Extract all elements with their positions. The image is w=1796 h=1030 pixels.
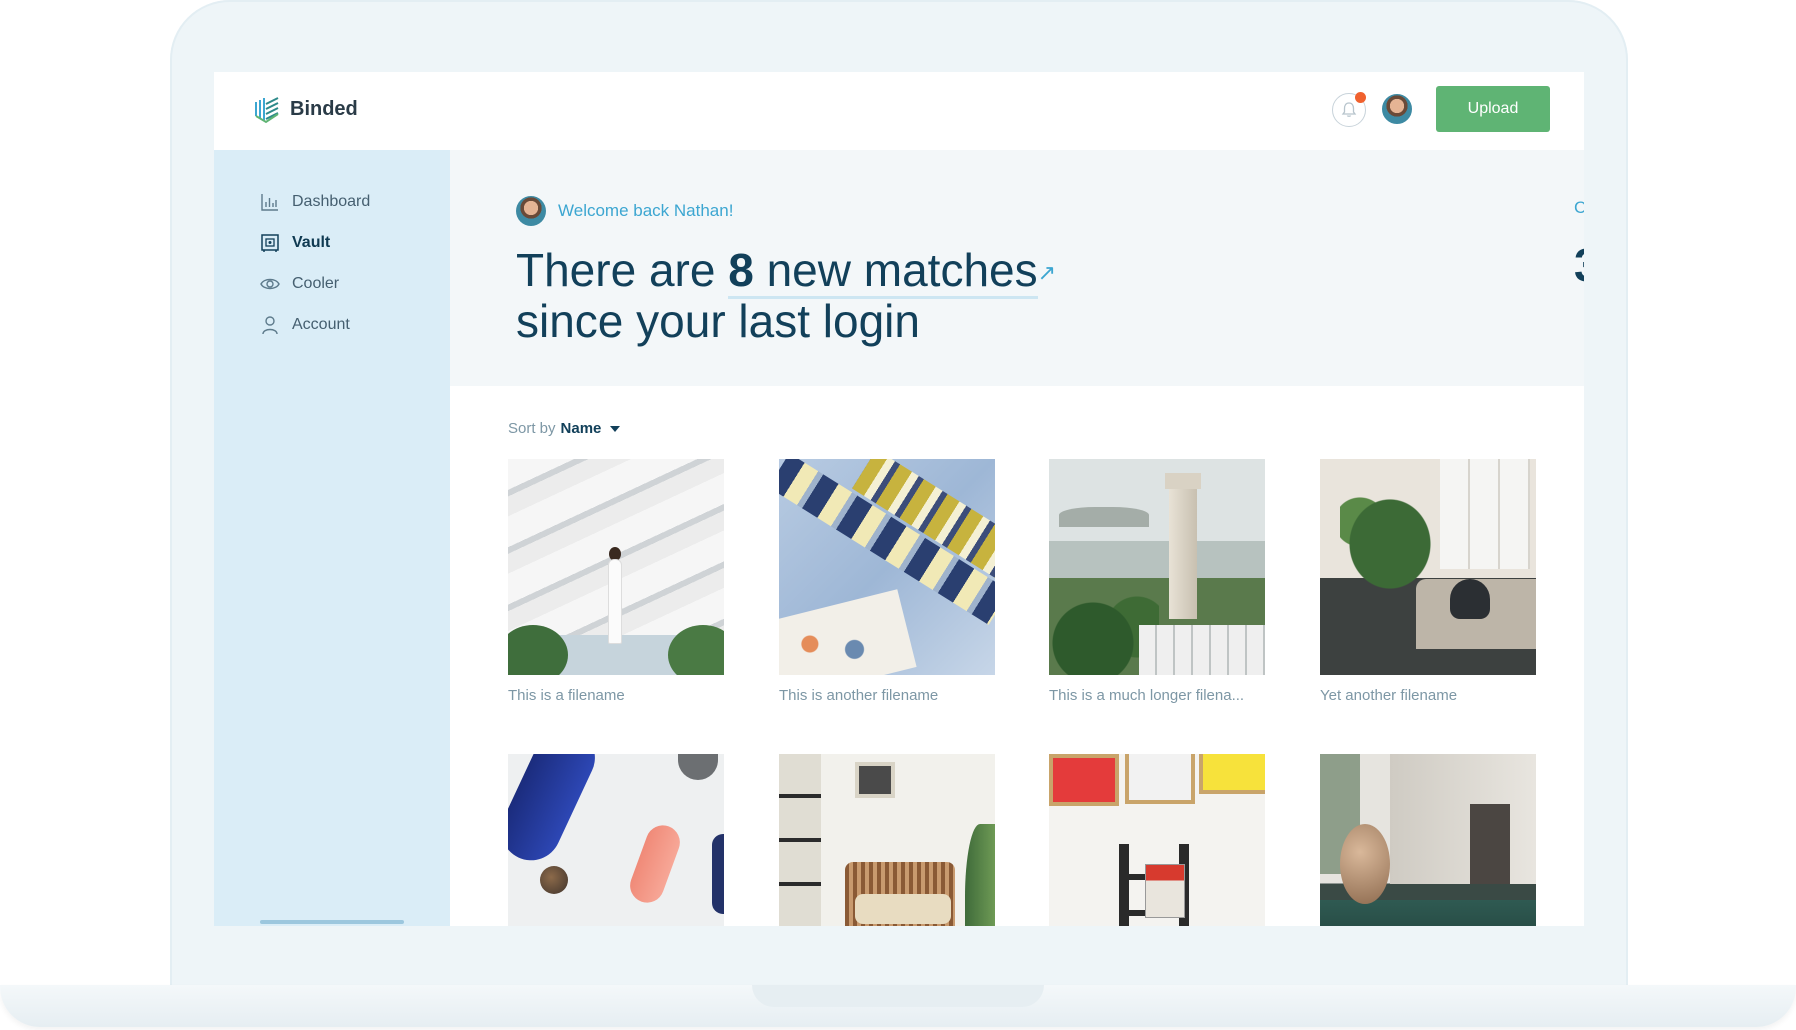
bell-icon xyxy=(1341,102,1357,117)
sidebar-item-vault[interactable]: Vault xyxy=(260,233,330,253)
logo-text: Binded xyxy=(290,97,358,120)
page-title: There are 8 new matches↗ since your last… xyxy=(516,244,1057,347)
file-gallery: Sort by Name This is a filename This is … xyxy=(450,386,1584,926)
sidebar-item-label: Account xyxy=(292,316,350,333)
copyrights-count: 3,567 xyxy=(1574,238,1584,292)
logo[interactable]: Binded xyxy=(252,94,358,124)
sidebar: Dashboard Vault Cooler Account xyxy=(214,150,450,926)
file-thumbnail xyxy=(1320,754,1536,926)
sidebar-item-label: Cooler xyxy=(292,275,340,292)
file-card[interactable] xyxy=(779,754,995,926)
headline-prefix: There are xyxy=(516,244,729,296)
binded-logo-icon xyxy=(255,97,279,124)
bar-chart-icon xyxy=(260,192,280,212)
file-thumbnail xyxy=(508,459,724,675)
file-caption: Yet another filename xyxy=(1320,687,1458,704)
headline-suffix: since your last login xyxy=(516,295,920,347)
sidebar-item-account[interactable]: Account xyxy=(260,315,350,335)
sidebar-item-dashboard[interactable]: Dashboard xyxy=(260,192,370,212)
file-caption: This is another filename xyxy=(779,687,939,704)
sidebar-item-label: Dashboard xyxy=(292,193,371,210)
user-icon xyxy=(260,315,280,335)
vault-icon xyxy=(260,233,280,253)
file-card[interactable] xyxy=(1049,754,1265,926)
file-thumbnail xyxy=(779,459,995,675)
file-card[interactable]: This is a filename xyxy=(508,459,724,704)
new-matches-link[interactable]: 8 new matches xyxy=(728,244,1038,299)
file-thumbnail xyxy=(1049,459,1265,675)
sidebar-item-cooler[interactable]: Cooler xyxy=(260,274,339,294)
sort-dropdown[interactable]: Sort by Name xyxy=(508,420,621,437)
welcome-message: Welcome back Nathan! xyxy=(516,196,733,226)
file-caption: This is a much longer filena... xyxy=(1049,687,1245,704)
welcome-panel: Welcome back Nathan! There are 8 new mat… xyxy=(450,150,1584,386)
file-card[interactable]: Yet another filename xyxy=(1320,459,1536,704)
sidebar-scroll-indicator xyxy=(260,920,404,924)
upload-button[interactable]: Upload xyxy=(1436,86,1550,132)
welcome-text: Welcome back Nathan! xyxy=(558,201,734,220)
file-thumbnail xyxy=(508,754,724,926)
file-thumbnail xyxy=(779,754,995,926)
file-card[interactable]: This is a much longer filena... xyxy=(1049,459,1265,704)
file-card[interactable] xyxy=(1320,754,1536,926)
avatar xyxy=(516,196,546,226)
sort-value: Name xyxy=(560,420,602,437)
file-thumbnail xyxy=(1320,459,1536,675)
file-card[interactable] xyxy=(508,754,724,926)
sort-label: Sort by xyxy=(508,420,556,437)
app-screen: Binded Upload Dashboard Vault Cooler Acc… xyxy=(214,72,1584,926)
laptop-notch xyxy=(752,985,1044,1007)
sidebar-item-label: Vault xyxy=(292,234,331,251)
top-bar: Binded Upload xyxy=(214,72,1584,150)
file-card[interactable]: This is another filename xyxy=(779,459,995,704)
copyrights-label: Copyrights xyxy=(1574,198,1584,217)
file-caption: This is a filename xyxy=(508,687,625,704)
eye-icon xyxy=(260,274,280,294)
matches-link-text: new matches xyxy=(753,244,1038,296)
avatar[interactable] xyxy=(1380,92,1414,126)
chevron-down-icon xyxy=(610,425,621,432)
matches-count: 8 xyxy=(728,244,754,296)
laptop-mockup: Binded Upload Dashboard Vault Cooler Acc… xyxy=(0,0,1796,1030)
external-link-arrow-icon: ↗ xyxy=(1037,260,1057,285)
notification-badge xyxy=(1355,92,1366,103)
file-thumbnail xyxy=(1049,754,1265,926)
